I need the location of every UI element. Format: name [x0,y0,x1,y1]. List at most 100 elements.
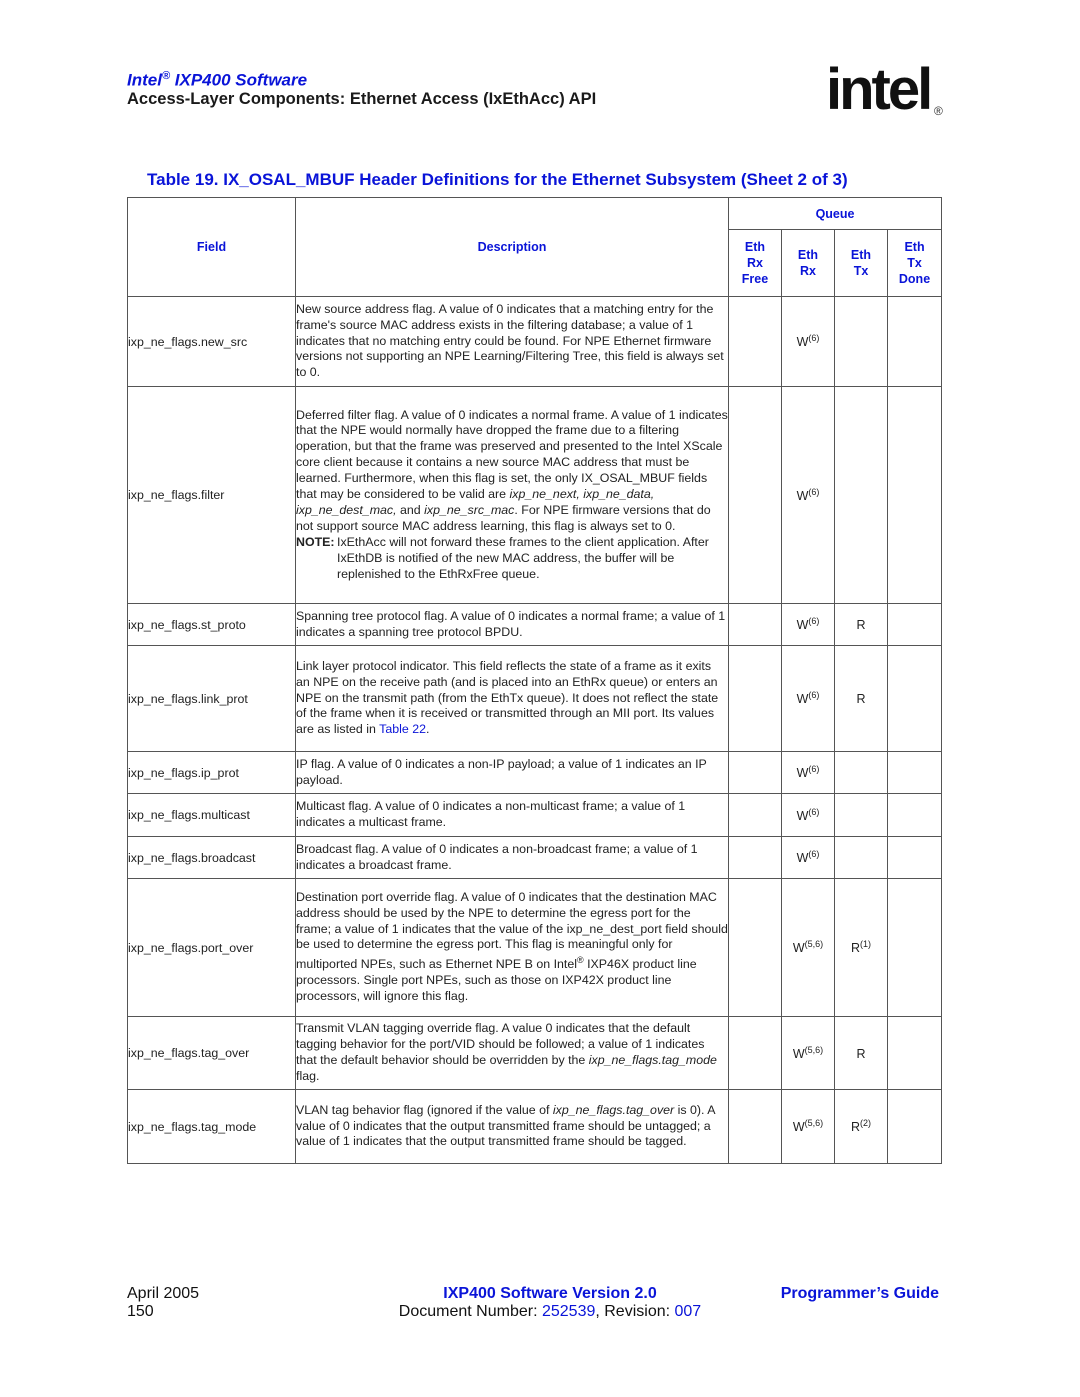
field-name: ixp_ne_flags.ip_prot [127,751,296,794]
table-row: ixp_ne_flags.new_src New source address f… [127,296,943,387]
footer-left: April 2005 150 [127,1285,199,1321]
field-description: Broadcast flag. A value of 0 indicates a… [295,836,729,879]
footer-guide: Programmer’s Guide [780,1285,939,1302]
field-name: ixp_ne_flags.new_src [127,296,296,387]
queue-access-cell [886,386,943,604]
table-row: ixp_ne_flags.link_prot Link layer protoco… [127,645,943,752]
queue-access-cell [886,836,943,879]
field-name: ixp_ne_flags.broadcast [127,836,296,879]
column-header-description: Description [295,197,729,297]
queue-access-cell: R(1) [834,878,888,1017]
field-name: ixp_ne_flags.multicast [127,793,296,837]
queue-access-cell [728,645,782,752]
queue-access-cell: W(6) [781,793,835,837]
table-row: ixp_ne_flags.st_proto Spanning tree proto… [127,603,943,646]
queue-access-cell [886,603,943,646]
table-row: ixp_ne_flags.multicast Multicast flag. A … [127,793,943,837]
queue-access-cell: W(6) [781,296,835,387]
queue-access-cell [886,1089,943,1164]
footer-date: April 2005 [127,1285,200,1302]
queue-header-line: Rx [747,256,763,270]
queue-access-cell: R [834,603,888,646]
queue-header-line: Tx [907,256,922,270]
queue-header-line: Done [898,272,931,286]
column-header-queue: Queue [727,197,943,230]
queue-access-cell [728,751,782,794]
queue-access-cell: R(2) [834,1089,888,1164]
queue-access-cell: W(6) [781,386,835,604]
registered-mark-icon: ® [934,104,943,118]
queue-access-cell [728,603,782,646]
queue-access-cell [728,1016,782,1090]
queue-access-cell [834,836,888,879]
queue-access-cell [728,878,782,1017]
field-name: ixp_ne_flags.link_prot [127,645,296,752]
table-row: ixp_ne_flags.tag_mode VLAN tag behavior f… [127,1089,943,1164]
queue-header-line: Eth [850,248,872,262]
field-description: Multicast flag. A value of 0 indicates a… [295,793,729,837]
queue-access-cell: R [834,645,888,752]
field-description: Link layer protocol indicator. This fiel… [295,645,729,752]
intel-logo: intel ® [826,57,946,132]
table-row: ixp_ne_flags.port_over Destination port o… [127,878,943,1017]
queue-access-cell [886,878,943,1017]
queue-header-line: Eth [797,248,819,262]
queue-access-cell [728,1089,782,1164]
queue-access-cell [886,751,943,794]
queue-access-cell [886,1016,943,1090]
field-description: Transmit VLAN tagging override flag. A v… [295,1016,729,1090]
table-22-link[interactable]: Table 22 [379,722,426,736]
field-description: IP flag. A value of 0 indicates a non-IP… [295,751,729,794]
queue-access-cell [728,793,782,837]
note: NOTE: IxEthAcc will not forward these fra… [296,534,709,581]
field-name: ixp_ne_flags.tag_mode [127,1089,296,1164]
field-name: ixp_ne_flags.tag_over [127,1016,296,1090]
queue-access-cell [834,793,888,837]
queue-header-line: Rx [800,264,816,278]
header-subtitle: Access-Layer Components: Ethernet Access… [127,90,597,108]
queue-access-cell [834,386,888,604]
queue-access-cell: W(6) [781,645,835,752]
field-description: New source address flag. A value of 0 in… [295,296,729,387]
column-header-queue-2: Eth Tx [834,229,888,297]
queue-access-cell [728,296,782,387]
footer-version: IXP400 Software Version 2.0 [443,1285,657,1302]
queue-access-cell [834,751,888,794]
field-description: Destination port override flag. A value … [295,878,729,1017]
queue-access-cell [886,793,943,837]
queue-header-line: Eth [904,240,925,254]
footer-center: IXP400 Software Version 2.0 Document Num… [380,1285,720,1321]
queue-access-cell: W(6) [781,836,835,879]
queue-access-cell [834,296,888,387]
queue-access-cell: W(6) [781,751,835,794]
queue-access-cell [886,296,943,387]
table-title: Table 19. IX_OSAL_MBUF Header Definition… [147,170,848,189]
field-description: VLAN tag behavior flag (ignored if the v… [295,1089,729,1164]
queue-access-cell: W(5,6) [781,878,835,1017]
header-brand: Intel® IXP400 Software [127,70,308,90]
queue-access-cell [728,836,782,879]
field-name: ixp_ne_flags.filter [127,386,296,604]
footer-doc-number: Document Number: 252539, Revision: 007 [398,1303,702,1320]
column-header-field: Field [127,197,296,297]
mbuf-header-table: Field Description Queue Eth Rx Free Eth Rx Et… [127,197,943,1164]
queue-header-line: Eth [744,240,766,254]
column-header-queue-0: Eth Rx Free [728,229,782,297]
footer-page-number: 150 [127,1303,154,1320]
queue-access-cell [886,645,943,752]
queue-access-cell [728,386,782,604]
queue-access-cell: W(5,6) [781,1016,835,1090]
field-name: ixp_ne_flags.st_proto [127,603,296,646]
table-row: ixp_ne_flags.ip_prot IP flag. A value of … [127,751,943,794]
table-row: ixp_ne_flags.filter Deferred filter flag.… [127,386,943,604]
queue-header-line: Free [741,272,769,286]
queue-access-cell: W(5,6) [781,1089,835,1164]
field-description: Spanning tree protocol flag. A value of … [295,603,729,646]
field-description: Deferred filter flag. A value of 0 indic… [295,386,729,604]
intel-logo-text: intel [826,57,933,122]
column-header-queue-3: Eth Tx Done [886,229,943,297]
table-row: ixp_ne_flags.tag_over Transmit VLAN taggi… [127,1016,943,1090]
column-header-queue-1: Eth Rx [781,229,835,297]
field-name: ixp_ne_flags.port_over [127,878,296,1017]
queue-access-cell: R [834,1016,888,1090]
